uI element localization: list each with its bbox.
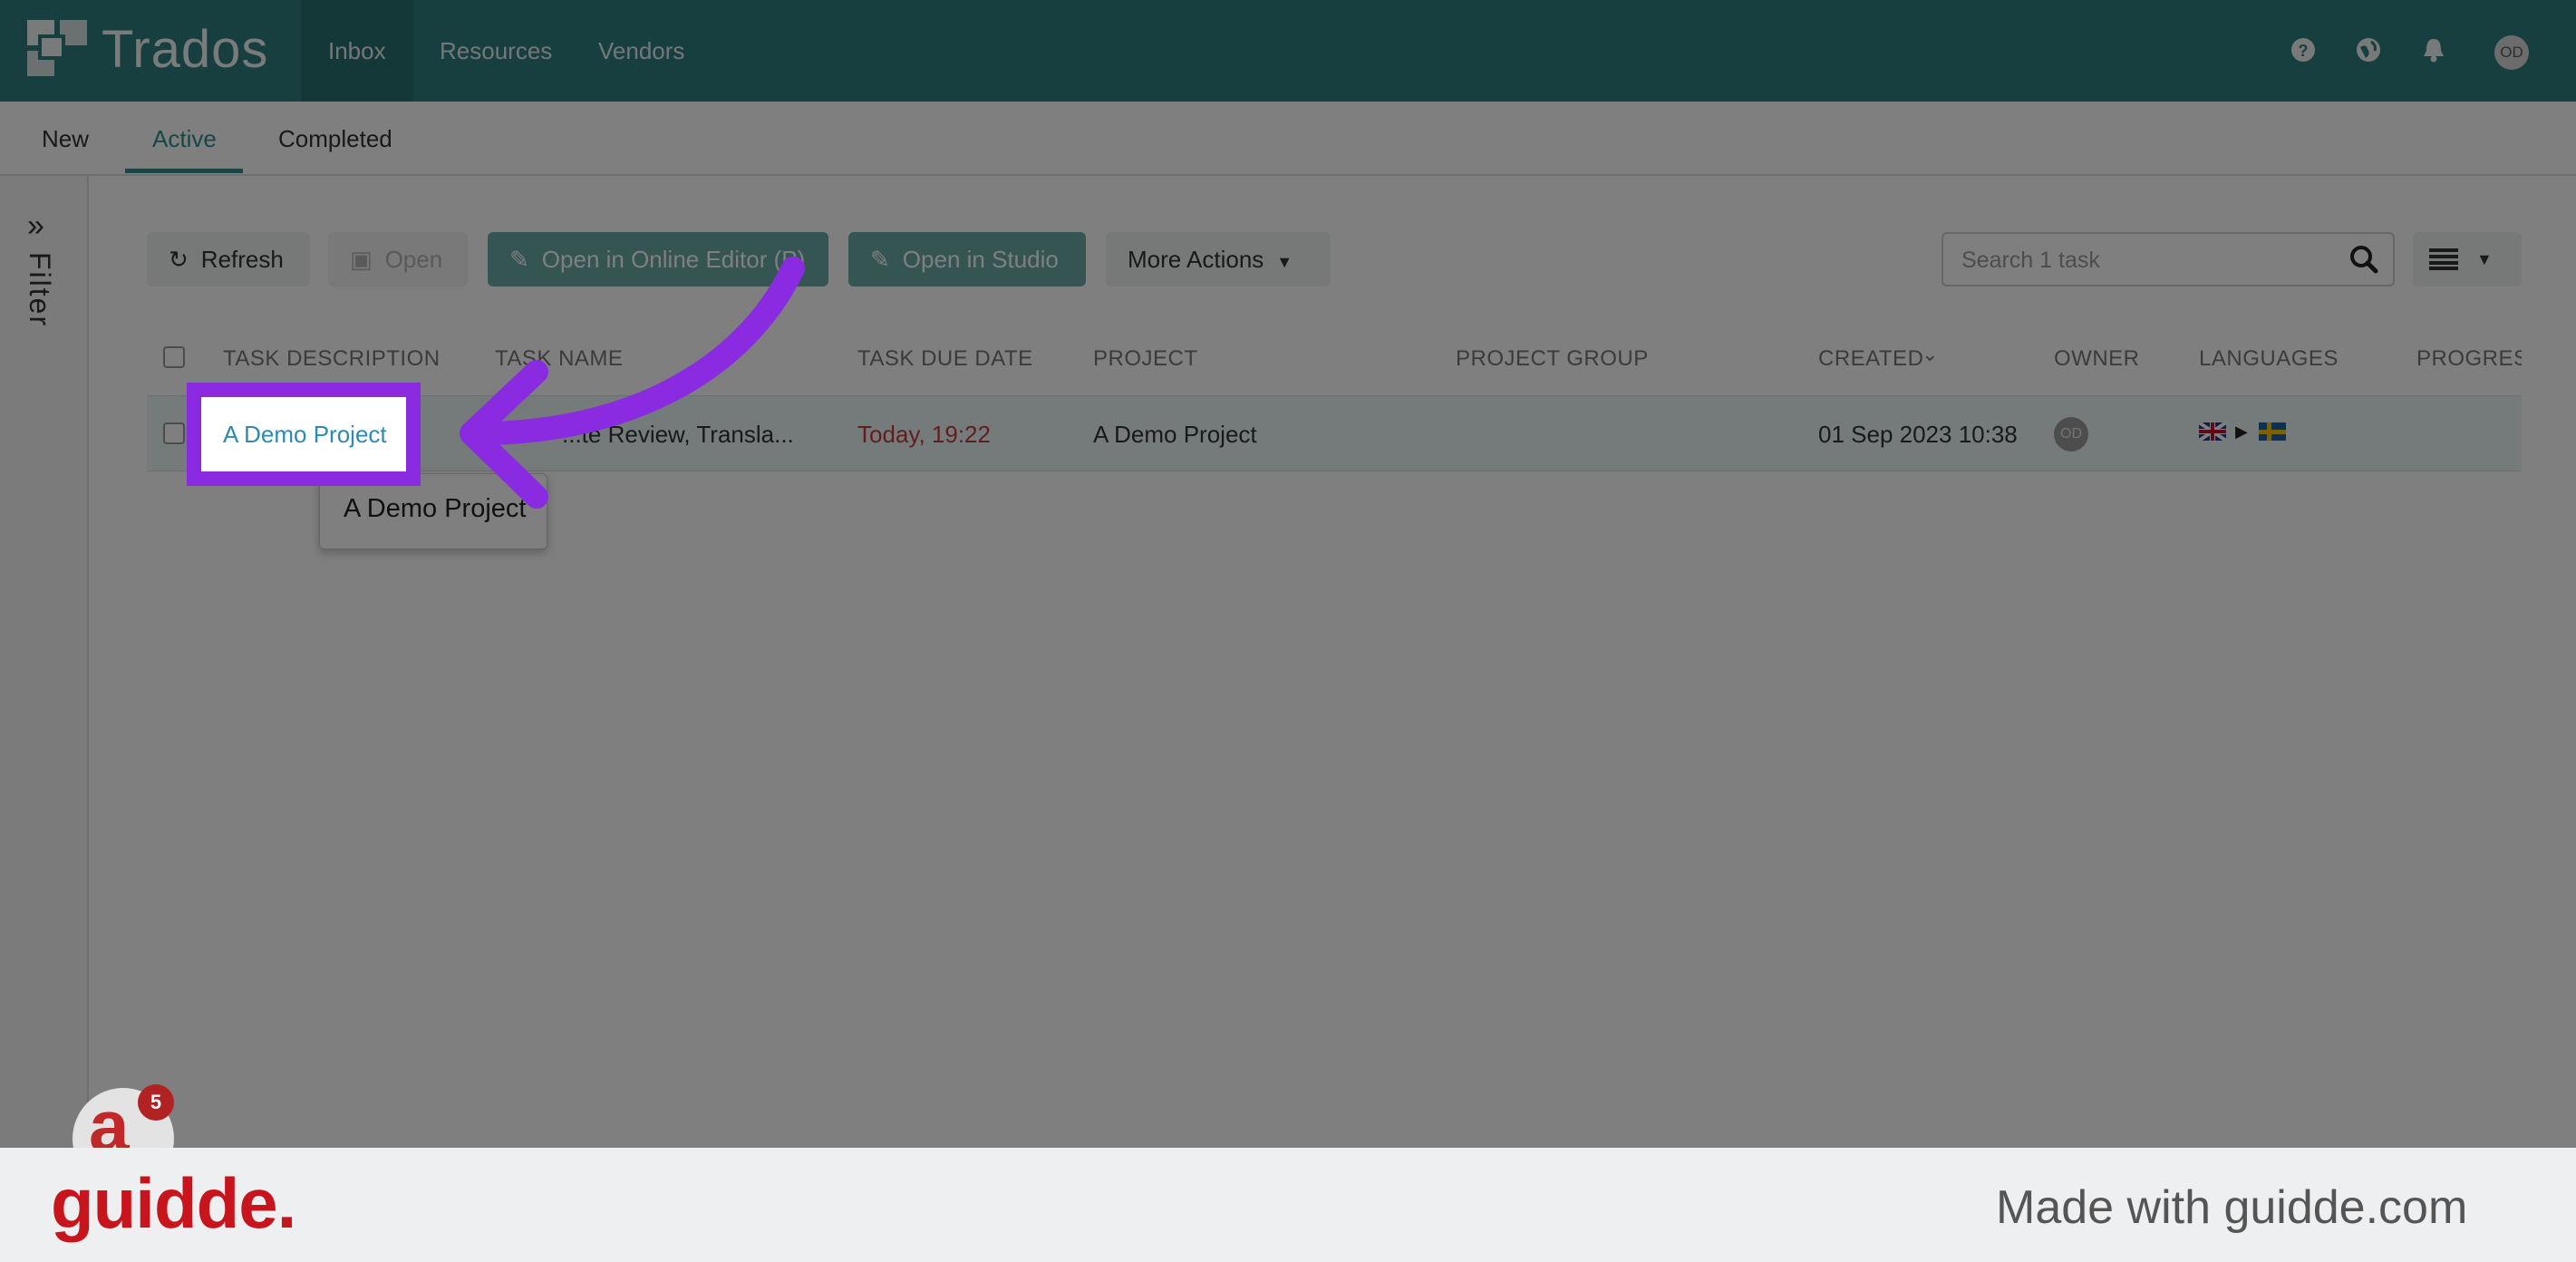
dim-overlay (0, 0, 2576, 1148)
highlight-box (187, 383, 421, 486)
made-with-text: Made with guidde.com (1996, 1181, 2468, 1234)
guidde-logo[interactable]: guidde. (51, 1162, 296, 1245)
notification-badge: 5 (138, 1084, 174, 1121)
